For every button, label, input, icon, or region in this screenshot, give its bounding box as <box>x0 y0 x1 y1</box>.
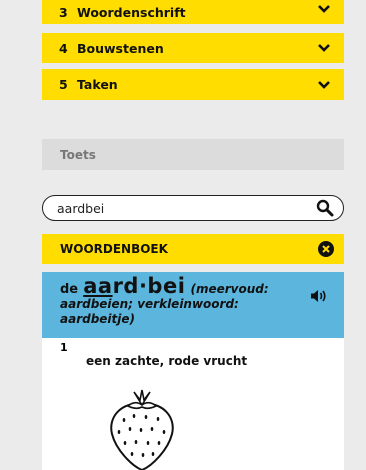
menu-item-taken[interactable]: 5 Taken <box>42 69 344 100</box>
strawberry-illustration <box>110 389 174 470</box>
chevron-down-icon <box>318 44 330 52</box>
menu-item-number: 5 <box>59 77 68 92</box>
entry-word-rest: rd·bei <box>112 274 186 298</box>
toets-section[interactable]: Toets <box>42 139 344 170</box>
woordenboek-title: WOORDENBOEK <box>60 242 168 256</box>
entry-content: 1 een zachte, rode vrucht <box>42 338 344 470</box>
chevron-down-icon <box>318 80 330 89</box>
search-icon[interactable] <box>316 199 334 217</box>
search-input[interactable] <box>57 199 297 217</box>
speaker-icon[interactable] <box>310 289 327 303</box>
menu-item-woordenschrift[interactable]: 3 Woordenschrift <box>42 0 344 24</box>
sense-number: 1 <box>60 341 68 354</box>
entry-article: de <box>60 282 79 297</box>
sense-definition: een zachte, rode vrucht <box>86 354 248 368</box>
menu-item-label: Woordenschrift <box>77 4 186 20</box>
dictionary-entry: de aard·bei (meervoud: aardbeien; verkle… <box>42 272 344 338</box>
close-icon[interactable] <box>318 241 334 257</box>
menu-item-number: 4 <box>59 40 68 56</box>
menu-item-bouwstenen[interactable]: 4 Bouwstenen <box>42 33 344 63</box>
menu-item-label: Bouwstenen <box>77 40 164 56</box>
toets-label: Toets <box>60 147 96 162</box>
chevron-down-icon <box>318 5 330 13</box>
entry-word-stressed: aa <box>83 274 113 298</box>
menu-item-label: Taken <box>77 77 118 92</box>
entry-word: aard·bei <box>83 274 185 298</box>
search-box <box>42 195 344 221</box>
menu-item-number: 3 <box>59 4 68 20</box>
woordenboek-header: WOORDENBOEK <box>42 234 344 264</box>
